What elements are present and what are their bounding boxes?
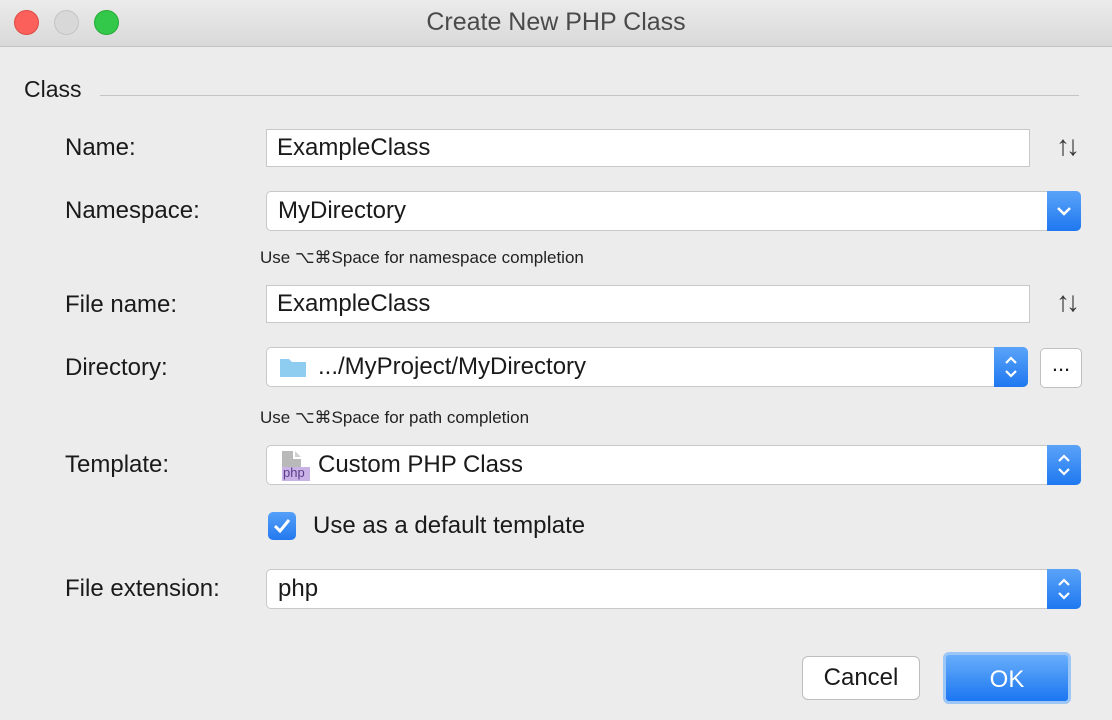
swap-case-icon[interactable]: ↑↓ (1056, 286, 1080, 318)
window-title: Create New PHP Class (426, 8, 686, 36)
file-name-label: File name: (65, 291, 178, 318)
up-down-chevron-icon (1058, 578, 1070, 600)
swap-case-icon[interactable]: ↑↓ (1056, 130, 1080, 162)
browse-directory-button[interactable]: ... (1040, 348, 1082, 388)
group-label: Class (24, 76, 82, 102)
php-file-icon: php (279, 449, 311, 483)
namespace-dropdown-button[interactable] (1047, 191, 1081, 231)
template-label: Template: (65, 451, 170, 478)
default-template-checkbox[interactable] (268, 512, 296, 540)
ok-button[interactable]: OK (943, 652, 1071, 704)
folder-icon (280, 359, 306, 377)
cancel-button[interactable]: Cancel (802, 656, 920, 700)
file-extension-value: php (278, 575, 319, 602)
directory-value: .../MyProject/MyDirectory (318, 353, 587, 380)
directory-combobox[interactable]: .../MyProject/MyDirectory (266, 347, 1028, 387)
namespace-combobox[interactable]: MyDirectory (266, 191, 1081, 231)
template-value: Custom PHP Class (318, 451, 523, 478)
up-down-chevron-icon (1058, 454, 1070, 476)
name-input[interactable]: ExampleClass (266, 129, 1030, 167)
up-down-chevron-icon (1005, 356, 1017, 378)
directory-stepper-button[interactable] (994, 347, 1028, 387)
name-label: Name: (65, 134, 136, 161)
default-template-label[interactable]: Use as a default template (313, 512, 585, 540)
directory-hint: Use ⌥⌘Space for path completion (260, 408, 530, 427)
chevron-down-icon (1057, 207, 1071, 216)
namespace-value: MyDirectory (278, 197, 407, 224)
checkmark-icon (273, 519, 291, 534)
directory-label: Directory: (65, 354, 168, 381)
namespace-label: Namespace: (65, 197, 200, 224)
file-extension-label: File extension: (65, 575, 220, 602)
title-bar: Create New PHP Class (0, 0, 1112, 47)
file-extension-combobox[interactable]: php (266, 569, 1081, 609)
php-icon-text: php (283, 465, 305, 480)
file-extension-stepper-button[interactable] (1047, 569, 1081, 609)
group-divider (100, 95, 1079, 96)
template-stepper-button[interactable] (1047, 445, 1081, 485)
namespace-hint: Use ⌥⌘Space for namespace completion (260, 248, 584, 267)
file-name-input[interactable]: ExampleClass (266, 285, 1030, 323)
template-combobox[interactable]: php Custom PHP Class (266, 445, 1081, 485)
